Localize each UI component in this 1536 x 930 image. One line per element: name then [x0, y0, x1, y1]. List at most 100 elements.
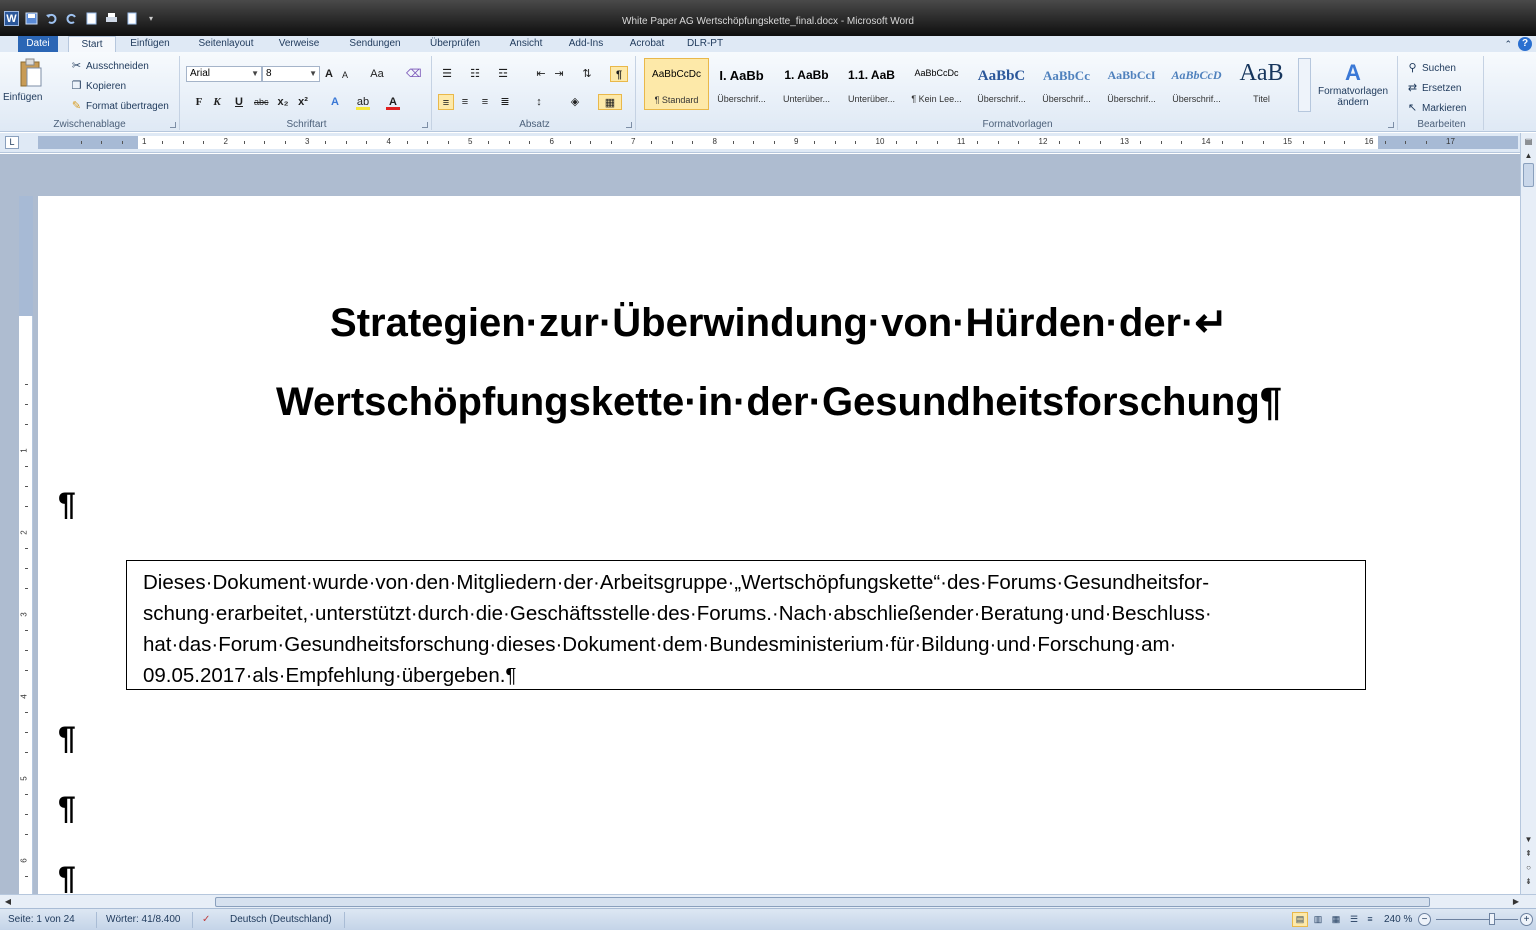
zoom-level[interactable]: 240 % [1384, 914, 1412, 925]
horizontal-ruler[interactable]: 1 2 3 4 5 6 7 8 9 10 11 12 13 14 15 16 17 [38, 136, 1518, 149]
copy-button[interactable]: ❐ Kopieren [70, 80, 126, 93]
tab-einfuegen[interactable]: Einfügen [122, 36, 178, 52]
tab-start[interactable]: Start [68, 36, 116, 52]
styles-dialog-launcher[interactable] [1388, 122, 1394, 128]
tab-ansicht[interactable]: Ansicht [500, 36, 552, 52]
style-item[interactable]: I. AaBb Überschrif... [709, 58, 774, 110]
tab-dlr-pt[interactable]: DLR-PT [680, 36, 730, 52]
previous-page-icon[interactable]: ⇞ [1522, 847, 1535, 861]
vertical-scrollbar[interactable]: ▤ ▲ ▼ ⇞ ○ ⇟ [1520, 133, 1536, 894]
scroll-down-icon[interactable]: ▼ [1522, 833, 1535, 847]
zoom-slider[interactable] [1436, 919, 1518, 920]
borders-icon[interactable]: ▦ [598, 94, 622, 110]
style-item[interactable]: AaBbCcDc ¶ Kein Lee... [904, 58, 969, 110]
style-item[interactable]: AaB Titel [1229, 58, 1294, 110]
font-family-select[interactable]: Arial ▼ [186, 66, 262, 82]
select-button[interactable]: ↖ Markieren [1406, 102, 1467, 115]
highlight-icon[interactable]: ab [356, 94, 370, 110]
next-page-icon[interactable]: ⇟ [1522, 875, 1535, 889]
increase-indent-icon[interactable]: ⇥ [552, 66, 566, 82]
tab-sendungen[interactable]: Sendungen [340, 36, 410, 52]
paste-icon[interactable] [18, 58, 44, 91]
align-center-icon[interactable]: ≡ [458, 94, 472, 110]
scroll-up-icon[interactable]: ▲ [1522, 149, 1535, 163]
help-icon[interactable]: ? [1518, 37, 1532, 51]
tab-verweise[interactable]: Verweise [272, 36, 326, 52]
bold-button[interactable]: F [192, 94, 206, 110]
word-count[interactable]: Wörter: 41/8.400 [106, 914, 180, 925]
sort-icon[interactable]: ⇅ [580, 66, 594, 82]
text-effects-icon[interactable]: A [328, 94, 342, 110]
format-painter-button[interactable]: ✎ Format übertragen [70, 100, 169, 113]
superscript-button[interactable]: x² [296, 94, 310, 110]
zoom-out-button[interactable]: − [1418, 913, 1431, 926]
tab-selector[interactable]: L [5, 136, 19, 149]
print-layout-view-icon[interactable]: ▤ [1292, 912, 1308, 927]
scroll-left-icon[interactable]: ◀ [2, 895, 14, 908]
style-item[interactable]: 1.1. AaB Unterüber... [839, 58, 904, 110]
align-left-icon[interactable]: ≡ [438, 94, 454, 110]
decrease-indent-icon[interactable]: ⇤ [534, 66, 548, 82]
grow-font-button[interactable]: A [322, 66, 336, 82]
tab-add-ins[interactable]: Add-Ins [560, 36, 612, 52]
style-item[interactable]: AaBbCcD Überschrif... [1164, 58, 1229, 110]
change-case-button[interactable]: Aa [370, 66, 384, 82]
multilevel-list-icon[interactable]: ☲ [496, 66, 510, 82]
horizontal-scroll-thumb[interactable] [215, 897, 1430, 907]
font-color-icon[interactable]: A [386, 94, 400, 110]
minimize-ribbon-icon[interactable]: ⌃ [1504, 39, 1512, 50]
tab-seitenlayout[interactable]: Seitenlayout [190, 36, 262, 52]
numbering-icon[interactable]: ☷ [468, 66, 482, 82]
style-sample: AaBbCcI [1107, 68, 1156, 82]
clipboard-dialog-launcher[interactable] [170, 122, 176, 128]
shrink-font-button[interactable]: A [338, 67, 352, 83]
horizontal-scrollbar[interactable]: ◀ ▶ [0, 894, 1536, 908]
web-layout-icon[interactable]: ▦ [1328, 912, 1344, 927]
tab-acrobat[interactable]: Acrobat [620, 36, 674, 52]
style-item[interactable]: AaBbCcI Überschrif... [1099, 58, 1164, 110]
zoom-in-button[interactable]: + [1520, 913, 1533, 926]
language-indicator[interactable]: Deutsch (Deutschland) [230, 914, 332, 925]
info-text-box[interactable]: Dieses·Dokument·wurde·von·den·Mitglieder… [126, 560, 1366, 690]
paste-button[interactable]: Einfügen [3, 92, 42, 103]
page-count[interactable]: Seite: 1 von 24 [8, 914, 75, 925]
underline-button[interactable]: U [232, 94, 246, 110]
draft-view-icon[interactable]: ≡ [1362, 912, 1378, 927]
zoom-slider-thumb[interactable] [1489, 913, 1495, 925]
change-styles-button[interactable]: A Formatvorlagen ändern [1318, 60, 1388, 108]
paragraph-dialog-launcher[interactable] [626, 122, 632, 128]
shading-icon[interactable]: ◈ [568, 94, 582, 110]
align-right-icon[interactable]: ≡ [478, 94, 492, 110]
cut-button[interactable]: ✂ Ausschneiden [70, 60, 149, 73]
show-formatting-marks-button[interactable]: ¶ [610, 66, 628, 82]
ruler-tick [1262, 141, 1264, 144]
style-item[interactable]: AaBbCc Überschrif... [1034, 58, 1099, 110]
scroll-right-icon[interactable]: ▶ [1510, 895, 1522, 908]
tab-ueberpruefen[interactable]: Überprüfen [420, 36, 490, 52]
document-page[interactable]: Strategien·zur·Überwindung·von·Hürden·de… [38, 196, 1520, 896]
bullets-icon[interactable]: ☰ [440, 66, 454, 82]
full-screen-reading-icon[interactable]: ▥ [1310, 912, 1326, 927]
style-item[interactable]: AaBbCcDc ¶ Standard [644, 58, 709, 110]
strikethrough-button[interactable]: abc [254, 94, 269, 110]
tab-datei[interactable]: Datei [18, 36, 58, 52]
style-gallery-scroll[interactable] [1298, 58, 1311, 112]
outline-view-icon[interactable]: ☰ [1346, 912, 1362, 927]
find-button[interactable]: ⚲ Suchen [1406, 62, 1455, 75]
style-item[interactable]: AaBbC Überschrif... [969, 58, 1034, 110]
style-sample: AaBbCcDc [652, 69, 701, 80]
line-spacing-icon[interactable]: ↕ [532, 94, 546, 110]
subscript-button[interactable]: x₂ [276, 94, 290, 110]
font-size-select[interactable]: 8 ▼ [262, 66, 320, 82]
justify-icon[interactable]: ≣ [498, 94, 512, 110]
style-item[interactable]: 1. AaBb Unterüber... [774, 58, 839, 110]
italic-button[interactable]: K [210, 94, 224, 110]
clear-formatting-icon[interactable]: ⌫ [406, 66, 422, 82]
proofing-icon[interactable]: ✓ [202, 914, 210, 925]
replace-button[interactable]: ⇄ Ersetzen [1406, 82, 1462, 95]
font-dialog-launcher[interactable] [422, 122, 428, 128]
ruler-toggle-icon[interactable]: ▤ [1522, 135, 1535, 149]
vertical-scroll-thumb[interactable] [1523, 163, 1534, 187]
vertical-ruler[interactable]: 1234567 [19, 196, 33, 917]
browse-object-icon[interactable]: ○ [1522, 861, 1535, 875]
